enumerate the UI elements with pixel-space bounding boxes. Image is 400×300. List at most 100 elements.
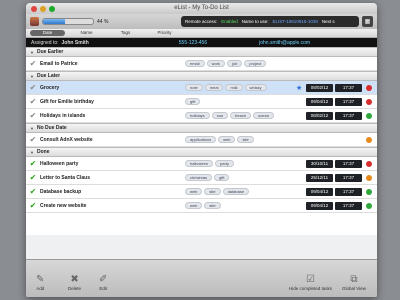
due-date[interactable]: 09/04/12 (306, 187, 333, 196)
priority-dot[interactable] (366, 112, 372, 119)
checkmark-icon[interactable]: ✔ (26, 83, 40, 92)
due-date[interactable]: 08/02/12 (306, 111, 333, 120)
tag-pill[interactable]: work (206, 60, 226, 67)
task-row[interactable]: ✔ Consult AdnX website applications web site (26, 133, 377, 147)
column-tags[interactable]: Tags (108, 30, 143, 36)
task-title: Halloween party (40, 160, 79, 167)
tag-pill[interactable]: milk (225, 84, 243, 91)
tag-pill[interactable]: ocean (253, 112, 274, 119)
tag-pill[interactable]: web (185, 188, 203, 195)
add-button[interactable]: ✎ Add (36, 274, 44, 291)
task-title: Database backup (40, 188, 82, 195)
due-time[interactable]: 17:37 (335, 187, 362, 196)
delete-button[interactable]: ✖ Delete (68, 274, 81, 291)
priority-dot[interactable] (366, 174, 372, 181)
tag-pill[interactable]: whisky (244, 84, 267, 91)
task-title: Letter to Santa Claus (40, 174, 91, 181)
edit-icon: ✐ (99, 274, 108, 285)
due-date[interactable]: 09/04/12 (306, 201, 333, 210)
priority-dot[interactable] (366, 202, 372, 209)
priority-dot[interactable] (366, 98, 372, 105)
task-title: Grocery (40, 84, 60, 91)
tag-pill[interactable]: gift (214, 174, 230, 181)
tag-pill[interactable]: applications (185, 136, 217, 143)
checkmark-icon[interactable]: ✔ (26, 159, 40, 168)
checkmark-icon[interactable]: ✔ (26, 135, 40, 144)
global-view-toggle-icon[interactable]: ▦ (362, 16, 373, 27)
priority-dot[interactable] (366, 188, 372, 195)
task-row[interactable]: ✔ Database backup web site database 09/04/12 1… (26, 185, 377, 199)
tag-pill[interactable]: beach (230, 112, 252, 119)
checkmark-icon[interactable]: ✔ (26, 173, 40, 182)
tag-pill[interactable]: site (237, 136, 254, 143)
task-row[interactable]: ✔ Create new website web site 09/04/12 17:37 (26, 199, 377, 213)
empty-list-area (26, 213, 377, 235)
group-header[interactable]: ▼ Due Earlier (26, 47, 377, 57)
tag-pill[interactable]: sun (211, 112, 229, 119)
add-icon: ✎ (36, 274, 45, 285)
task-row[interactable]: ✔ Holidays in islands holidays sun beach ocea… (26, 109, 377, 123)
task-row[interactable]: ✔ Grocery note meal milk whisky ★ 08/02/12 17:37 (26, 81, 377, 95)
tag-pill[interactable]: note (185, 84, 203, 91)
disclosure-triangle-icon[interactable]: ▼ (30, 50, 34, 55)
tag-pill[interactable]: web (185, 202, 203, 209)
due-date[interactable]: 09/04/12 (306, 97, 333, 106)
tag-pill[interactable]: job (227, 60, 243, 67)
priority-dot[interactable] (366, 84, 372, 91)
checkmark-icon[interactable]: ✔ (26, 187, 40, 196)
star-icon[interactable]: ★ (296, 84, 302, 92)
tag-pill[interactable]: meal (204, 84, 224, 91)
group-header[interactable]: ▼ No Due Date (26, 123, 377, 133)
bottom-toolbar: ✎ Add ✖ Delete ✐ Edit ☑ Hide completed t… (26, 259, 377, 297)
tag-pill[interactable]: web (218, 136, 236, 143)
tag-pill[interactable]: gift (185, 98, 201, 105)
column-date[interactable]: Date (30, 30, 65, 36)
group-header[interactable]: ▼ Due Later (26, 71, 377, 81)
tag-pill[interactable]: project (244, 60, 267, 67)
due-time[interactable]: 17:37 (335, 159, 362, 168)
tag-pill[interactable]: christmas (185, 174, 213, 181)
due-time[interactable]: 17:37 (335, 173, 362, 182)
due-date[interactable]: 30/10/11 (306, 159, 333, 168)
due-time[interactable]: 17:37 (335, 83, 362, 92)
edit-button[interactable]: ✐ Edit (99, 274, 107, 291)
priority-dot[interactable] (366, 136, 372, 143)
hide-completed-button[interactable]: ☑ Hide completed tasks (289, 274, 332, 291)
column-name[interactable]: Name (69, 30, 104, 36)
priority-dot[interactable] (366, 160, 372, 167)
disclosure-triangle-icon[interactable]: ▼ (30, 74, 34, 79)
disclosure-triangle-icon[interactable]: ▼ (30, 150, 34, 155)
tag-pill[interactable]: email (185, 60, 205, 67)
group-header[interactable]: ▼ Done (26, 147, 377, 157)
due-time[interactable]: 17:37 (335, 201, 362, 210)
next-label: Next s (321, 19, 335, 24)
tag-pill[interactable]: site (204, 202, 221, 209)
remote-access-label: Remote access: (185, 19, 218, 24)
assigned-phone[interactable]: 555-123-456 (179, 40, 207, 46)
due-date[interactable]: 08/02/12 (306, 83, 333, 92)
avatar[interactable] (30, 17, 39, 26)
task-title: Holidays in islands (40, 112, 86, 119)
group-title: Due Earlier (36, 49, 64, 55)
due-date[interactable]: 25/12/11 (306, 173, 333, 182)
due-time[interactable]: 17:37 (335, 111, 362, 120)
tag-pill[interactable]: database (222, 188, 250, 195)
checkmark-icon[interactable]: ✔ (26, 111, 40, 120)
progress-bar (42, 18, 94, 25)
tag-pill[interactable]: party (215, 160, 234, 167)
tag-pill[interactable]: halloween (185, 160, 214, 167)
checkmark-icon[interactable]: ✔ (26, 97, 40, 106)
column-priority[interactable]: Priority (147, 30, 182, 36)
disclosure-triangle-icon[interactable]: ▼ (30, 126, 34, 131)
task-row[interactable]: ✔ Email to Patrice email work job project (26, 57, 377, 71)
assigned-email[interactable]: john.smith@apple.com (259, 40, 310, 46)
due-time[interactable]: 17:37 (335, 97, 362, 106)
task-row[interactable]: ✔ Halloween party halloween party 30/10/11 17… (26, 157, 377, 171)
task-row[interactable]: ✔ Gift for Emilie birthday gift 09/04/12 17:… (26, 95, 377, 109)
checkmark-icon[interactable]: ✔ (26, 201, 40, 210)
global-view-button[interactable]: ⧉ Global View (342, 274, 366, 291)
tag-pill[interactable]: site (204, 188, 221, 195)
checkmark-icon[interactable]: ✔ (26, 59, 40, 68)
task-row[interactable]: ✔ Letter to Santa Claus christmas gift 25/12… (26, 171, 377, 185)
tag-pill[interactable]: holidays (185, 112, 210, 119)
